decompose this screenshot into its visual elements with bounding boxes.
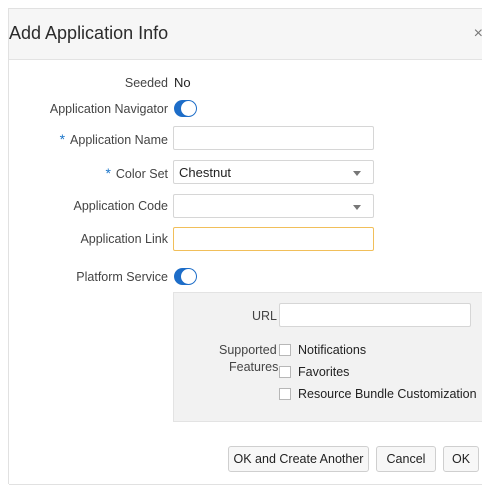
dialog-header: Add Application Info × bbox=[9, 9, 482, 60]
favorites-checkbox[interactable] bbox=[279, 366, 291, 378]
supported-features-label-line2: Features bbox=[229, 360, 279, 374]
application-code-row: Application Code bbox=[9, 193, 482, 221]
url-label: URL bbox=[252, 309, 278, 323]
application-code-label: Application Code bbox=[73, 199, 168, 213]
dialog-title: Add Application Info bbox=[9, 23, 169, 43]
seeded-row: Seeded No bbox=[9, 70, 482, 98]
color-set-select[interactable]: Chestnut bbox=[173, 160, 374, 184]
seeded-value: No bbox=[174, 75, 191, 90]
required-indicator: * bbox=[105, 165, 111, 181]
required-indicator: * bbox=[59, 131, 66, 147]
platform-service-panel: URL Supported Features Notifications Fav… bbox=[173, 292, 482, 422]
favorites-label: Favorites bbox=[298, 365, 350, 379]
application-link-row: Application Link bbox=[9, 226, 482, 254]
application-code-select[interactable] bbox=[173, 194, 374, 218]
notifications-checkbox[interactable] bbox=[279, 344, 291, 356]
application-navigator-label: Application Navigator bbox=[49, 102, 168, 116]
platform-service-row: Platform Service bbox=[9, 264, 482, 292]
application-name-input[interactable] bbox=[173, 126, 374, 150]
application-navigator-row: Application Navigator bbox=[9, 96, 482, 124]
resource-bundle-customization-label: Resource Bundle Customization bbox=[298, 387, 477, 401]
application-name-row: * Application Name bbox=[9, 125, 482, 153]
url-input[interactable] bbox=[279, 303, 471, 327]
color-set-row: * Color Set Chestnut bbox=[9, 159, 482, 187]
toggle-knob bbox=[181, 269, 196, 284]
notifications-label: Notifications bbox=[298, 343, 367, 357]
platform-service-label: Platform Service bbox=[76, 270, 168, 284]
application-navigator-toggle[interactable] bbox=[174, 100, 197, 117]
chevron-down-icon bbox=[353, 205, 361, 210]
add-application-dialog: Add Application Info × Seeded No Applica… bbox=[8, 8, 482, 485]
color-set-label: * Color Set bbox=[105, 165, 168, 181]
platform-service-toggle[interactable] bbox=[174, 268, 197, 285]
application-link-label: Application Link bbox=[80, 232, 168, 246]
color-set-label-text: Color Set bbox=[115, 167, 168, 181]
application-name-label: * Application Name bbox=[60, 131, 168, 147]
chevron-down-icon bbox=[353, 171, 361, 176]
cancel-button[interactable]: Cancel bbox=[376, 446, 436, 472]
close-icon[interactable]: × bbox=[474, 25, 482, 43]
seeded-label: Seeded bbox=[124, 76, 168, 90]
supported-features-label-line1: Supported bbox=[219, 343, 277, 357]
ok-and-create-another-button[interactable]: OK and Create Another bbox=[228, 446, 369, 472]
application-link-input[interactable] bbox=[173, 227, 374, 251]
ok-button[interactable]: OK bbox=[443, 446, 479, 472]
application-name-label-text: Application Name bbox=[70, 133, 168, 147]
resource-bundle-customization-checkbox[interactable] bbox=[279, 388, 291, 400]
toggle-knob bbox=[181, 101, 196, 116]
color-set-value: Chestnut bbox=[179, 165, 232, 180]
